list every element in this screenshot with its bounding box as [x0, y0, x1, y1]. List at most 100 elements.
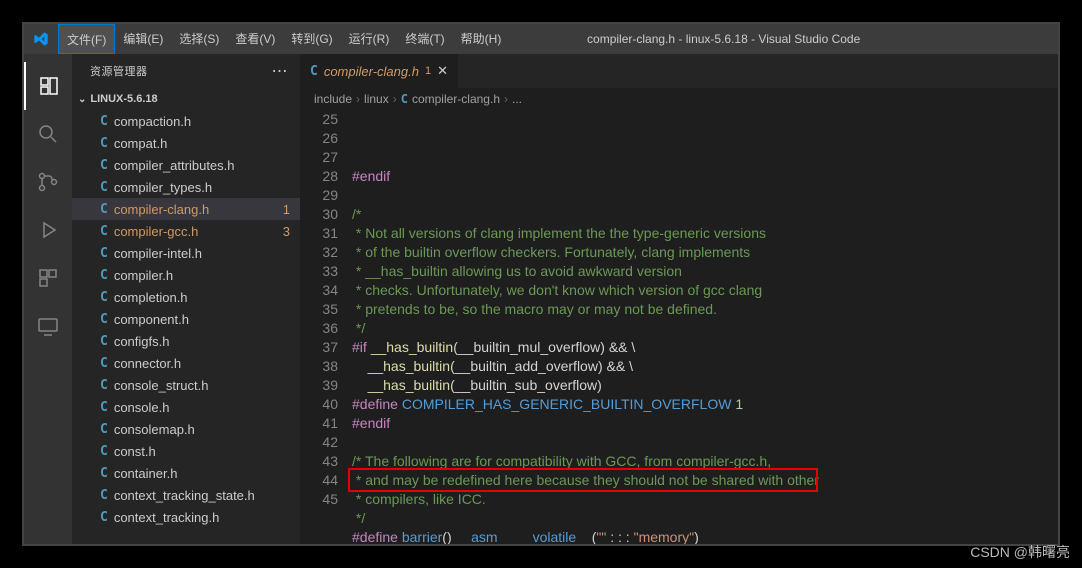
file-name: context_tracking_state.h — [114, 488, 255, 503]
code-line[interactable]: * compilers, like ICC. — [352, 490, 1058, 509]
menu-item[interactable]: 查看(V) — [227, 24, 283, 54]
menu-item[interactable]: 终端(T) — [397, 24, 452, 54]
code-line[interactable] — [352, 186, 1058, 205]
file-item[interactable]: Cconsolemap.h — [72, 418, 300, 440]
file-item[interactable]: Cconsole_struct.h — [72, 374, 300, 396]
file-item[interactable]: Ccompiler-intel.h — [72, 242, 300, 264]
c-file-icon: C — [310, 64, 318, 79]
more-icon[interactable]: ⋯ — [272, 61, 289, 81]
close-icon[interactable]: ✕ — [437, 63, 448, 79]
file-name: compiler_types.h — [114, 180, 212, 195]
file-name: context_tracking.h — [114, 510, 220, 525]
code-line[interactable]: * __has_builtin allowing us to avoid awk… — [352, 262, 1058, 281]
code-line[interactable]: #endif — [352, 414, 1058, 433]
c-file-icon: C — [100, 510, 108, 525]
file-item[interactable]: Ccontainer.h — [72, 462, 300, 484]
code-line[interactable]: * pretends to be, so the macro may or ma… — [352, 300, 1058, 319]
explorer-icon[interactable] — [24, 62, 72, 110]
code-line[interactable]: */ — [352, 509, 1058, 528]
code-line[interactable]: * and may be redefined here because they… — [352, 471, 1058, 490]
sidebar-section[interactable]: ⌄ LINUX-5.6.18 — [72, 88, 300, 110]
code-line[interactable]: /* The following are for compatibility w… — [352, 452, 1058, 471]
breadcrumb-item[interactable]: include — [314, 92, 352, 106]
menu-item[interactable]: 转到(G) — [283, 24, 340, 54]
file-name: console.h — [114, 400, 170, 415]
breadcrumb-item[interactable]: compiler-clang.h — [412, 92, 500, 106]
tab-badge: 1 — [425, 65, 431, 77]
file-item[interactable]: Ccompiler.h — [72, 264, 300, 286]
code-line[interactable]: __has_builtin(__builtin_sub_overflow) — [352, 376, 1058, 395]
c-file-icon: C — [100, 312, 108, 327]
file-item[interactable]: Ccompiler_types.h — [72, 176, 300, 198]
file-name: component.h — [114, 312, 189, 327]
file-item[interactable]: Ccompaction.h — [72, 110, 300, 132]
file-item[interactable]: Ccompat.h — [72, 132, 300, 154]
tab-bar: C compiler-clang.h 1 ✕ — [300, 54, 1058, 88]
menu-item[interactable]: 运行(R) — [341, 24, 398, 54]
window-title: compiler-clang.h - linux-5.6.18 - Visual… — [509, 32, 938, 46]
code-line[interactable]: #if __has_builtin(__builtin_mul_overflow… — [352, 338, 1058, 357]
menu-item[interactable]: 文件(F) — [58, 24, 115, 54]
file-item[interactable]: Ccompletion.h — [72, 286, 300, 308]
file-name: completion.h — [114, 290, 188, 305]
code-line[interactable]: __has_builtin(__builtin_add_overflow) &&… — [352, 357, 1058, 376]
code-line[interactable] — [352, 433, 1058, 452]
file-item[interactable]: Ccomponent.h — [72, 308, 300, 330]
remote-icon[interactable] — [24, 302, 72, 350]
file-item[interactable]: Ccontext_tracking_state.h — [72, 484, 300, 506]
c-file-icon: C — [100, 444, 108, 459]
c-file-icon: C — [401, 92, 408, 106]
file-item[interactable]: Cconsole.h — [72, 396, 300, 418]
extensions-icon[interactable] — [24, 254, 72, 302]
chevron-down-icon: ⌄ — [78, 94, 86, 105]
code-line[interactable]: */ — [352, 319, 1058, 338]
file-name: compat.h — [114, 136, 167, 151]
section-label: LINUX-5.6.18 — [90, 93, 157, 105]
code-area[interactable]: 2526272829303132333435363738394041424344… — [300, 110, 1058, 544]
code-line[interactable]: #endif — [352, 167, 1058, 186]
file-item[interactable]: Ccompiler-gcc.h3 — [72, 220, 300, 242]
code-lines[interactable]: #endif /* * Not all versions of clang imp… — [352, 110, 1058, 544]
file-item[interactable]: Ccontext_tracking.h — [72, 506, 300, 528]
menu-item[interactable]: 编辑(E) — [115, 24, 171, 54]
c-file-icon: C — [100, 158, 108, 173]
code-line[interactable]: * checks. Unfortunately, we don't know w… — [352, 281, 1058, 300]
file-item[interactable]: Ccompiler-clang.h1 — [72, 198, 300, 220]
main-menu: 文件(F)编辑(E)选择(S)查看(V)转到(G)运行(R)终端(T)帮助(H) — [58, 24, 509, 54]
menu-item[interactable]: 帮助(H) — [453, 24, 510, 54]
code-line[interactable]: #define barrier() __asm__ __volatile__("… — [352, 528, 1058, 544]
activity-bar — [24, 54, 72, 544]
c-file-icon: C — [100, 334, 108, 349]
file-item[interactable]: Cconst.h — [72, 440, 300, 462]
file-item[interactable]: Cconfigfs.h — [72, 330, 300, 352]
code-line[interactable]: * Not all versions of clang implement th… — [352, 224, 1058, 243]
c-file-icon: C — [100, 466, 108, 481]
menu-item[interactable]: 选择(S) — [171, 24, 227, 54]
code-line[interactable]: #define COMPILER_HAS_GENERIC_BUILTIN_OVE… — [352, 395, 1058, 414]
file-list[interactable]: Ccompaction.hCcompat.hCcompiler_attribut… — [72, 110, 300, 544]
file-item[interactable]: Cconnector.h — [72, 352, 300, 374]
file-name: compiler_attributes.h — [114, 158, 235, 173]
scm-icon[interactable] — [24, 158, 72, 206]
file-item[interactable]: Ccompiler_attributes.h — [72, 154, 300, 176]
chevron-right-icon: › — [356, 92, 360, 106]
search-icon[interactable] — [24, 110, 72, 158]
sidebar: 资源管理器 ⋯ ⌄ LINUX-5.6.18 Ccompaction.hCcom… — [72, 54, 300, 544]
chevron-right-icon: › — [393, 92, 397, 106]
c-file-icon: C — [100, 180, 108, 195]
code-line[interactable]: * of the builtin overflow checkers. Fort… — [352, 243, 1058, 262]
file-name: console_struct.h — [114, 378, 209, 393]
breadcrumb-item[interactable]: linux — [364, 92, 389, 106]
breadcrumb[interactable]: include›linux›Ccompiler-clang.h›... — [300, 88, 1058, 110]
file-badge: 3 — [283, 224, 290, 239]
tab-compiler-clang[interactable]: C compiler-clang.h 1 ✕ — [300, 54, 458, 88]
c-file-icon: C — [100, 356, 108, 371]
breadcrumb-item[interactable]: ... — [512, 92, 522, 106]
debug-icon[interactable] — [24, 206, 72, 254]
c-file-icon: C — [100, 488, 108, 503]
c-file-icon: C — [100, 202, 108, 217]
tab-label: compiler-clang.h — [324, 64, 419, 79]
code-line[interactable]: /* — [352, 205, 1058, 224]
file-badge: 1 — [283, 202, 290, 217]
vscode-icon — [24, 31, 58, 47]
